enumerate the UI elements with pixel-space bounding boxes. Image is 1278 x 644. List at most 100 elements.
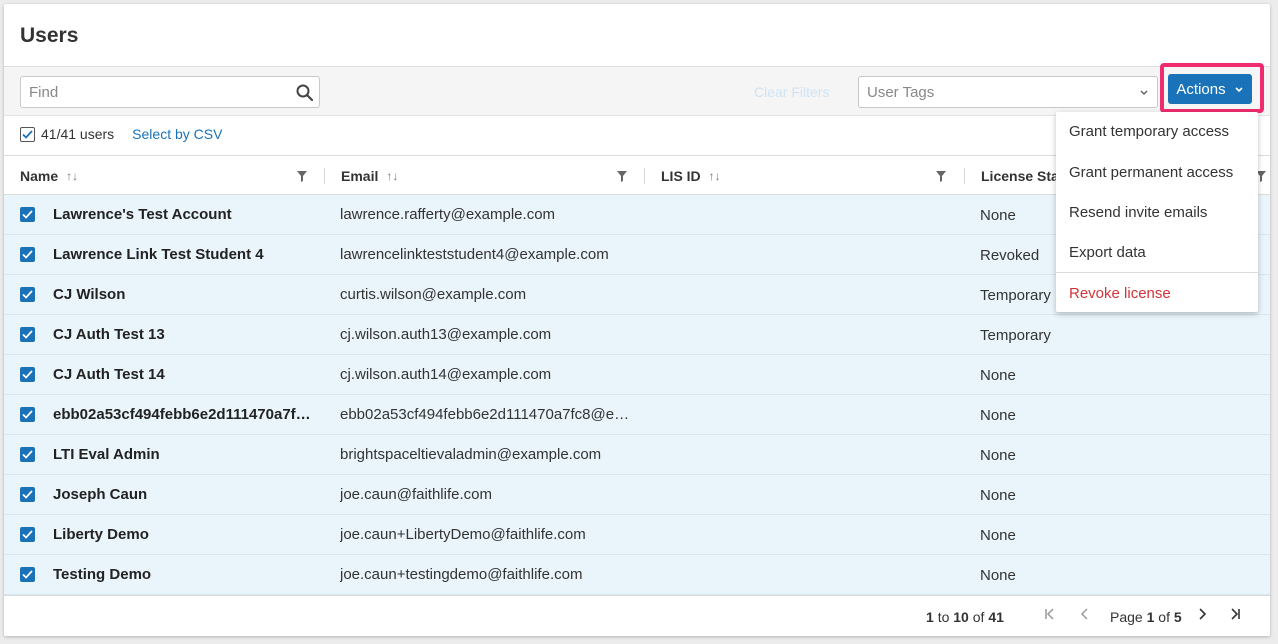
toolbar: Clear Filters User Tags Actions [4,63,1270,116]
row-checkbox[interactable] [20,407,35,422]
license-status: None [980,206,1016,224]
column-divider[interactable] [324,168,325,184]
user-name: CJ Auth Test 13 [53,326,165,343]
table-row[interactable]: CJ Auth Test 14 cj.wilson.auth14@example… [4,355,1270,395]
row-checkbox[interactable] [20,527,35,542]
row-checkbox[interactable] [20,327,35,342]
last-page-icon[interactable] [1229,607,1241,625]
previous-page-icon[interactable] [1080,607,1090,625]
user-email: joe.caun+testingdemo@faithlife.com [340,566,583,583]
license-status: Temporary [980,326,1051,344]
column-header-email[interactable]: Email ↑↓ [341,156,398,196]
page-title: Users [20,24,79,47]
filter-icon[interactable] [936,169,946,185]
column-header-lis-id[interactable]: LIS ID ↑↓ [661,156,721,196]
column-header-license-status[interactable]: License Sta [981,156,1059,196]
menu-item-grant-permanent-access[interactable]: Grant permanent access [1056,152,1258,192]
row-checkbox[interactable] [20,287,35,302]
license-status: Revoked [980,246,1040,264]
column-divider[interactable] [964,168,965,184]
find-input[interactable] [21,77,289,107]
row-checkbox[interactable] [20,447,35,462]
user-name: Lawrence Link Test Student 4 [53,246,264,263]
user-email: cj.wilson.auth14@example.com [340,366,552,383]
table-row[interactable]: Liberty Demo joe.caun+LibertyDemo@faithl… [4,515,1270,555]
user-tags-placeholder: User Tags [867,83,935,101]
user-name: LTI Eval Admin [53,446,160,463]
table-row[interactable]: Testing Demo joe.caun+testingdemo@faithl… [4,555,1270,595]
select-all-checkbox[interactable] [20,126,35,142]
menu-item-resend-invite-emails[interactable]: Resend invite emails [1056,192,1258,232]
user-email: cj.wilson.auth13@example.com [340,326,552,343]
row-checkbox[interactable] [20,567,35,582]
user-name: Joseph Caun [53,486,148,503]
license-status: None [980,366,1016,384]
license-status: None [980,486,1016,504]
actions-button[interactable]: Actions [1168,74,1252,104]
table-row[interactable]: CJ Auth Test 13 cj.wilson.auth13@example… [4,315,1270,355]
next-page-icon[interactable] [1197,607,1207,625]
user-email: lawrencelinkteststudent4@example.com [340,246,609,263]
column-header-name[interactable]: Name ↑↓ [20,156,78,196]
chevron-down-icon [1139,84,1149,101]
actions-label: Actions [1176,80,1226,98]
user-email: brightspaceltievaladmin@example.com [340,446,602,463]
table-row[interactable]: Joseph Caun joe.caun@faithlife.com None [4,475,1270,515]
pagination-footer: 1 to 10 of 41 Page 1 of 5 [4,595,1270,636]
table-row[interactable]: ebb02a53cf494febb6e2d111470a7f… ebb02a53… [4,395,1270,435]
range-total: 41 [988,609,1004,625]
table-row[interactable]: LTI Eval Admin brightspaceltievaladmin@e… [4,435,1270,475]
column-divider[interactable] [644,168,645,184]
sort-icon[interactable]: ↑↓ [709,169,721,183]
row-checkbox[interactable] [20,487,35,502]
license-status: None [980,446,1016,464]
column-email-label: Email [341,168,379,184]
license-status: None [980,566,1016,584]
user-name: Liberty Demo [53,526,149,543]
row-range: 1 to 10 of 41 [926,609,1004,625]
page-indicator: Page 1 of 5 [1110,609,1182,625]
select-by-csv-link[interactable]: Select by CSV [132,126,222,142]
license-status: None [980,526,1016,544]
page-of: of [1158,609,1170,625]
user-name: Testing Demo [53,566,152,583]
page-current: 1 [1146,609,1155,625]
page-total: 5 [1173,609,1182,625]
find-box [20,76,320,108]
row-checkbox[interactable] [20,247,35,262]
sort-icon[interactable]: ↑↓ [386,169,398,183]
clear-filters-link[interactable]: Clear Filters [754,84,829,100]
user-name: ebb02a53cf494febb6e2d111470a7f… [53,406,311,423]
range-to: to [937,609,950,625]
range-end: 10 [953,609,969,625]
chevron-down-icon [1234,81,1244,98]
selection-row: 41/41 users Select by CSV [20,126,222,142]
user-email: joe.caun@faithlife.com [340,486,492,503]
filter-icon[interactable] [617,169,627,185]
row-checkbox[interactable] [20,367,35,382]
column-lis-label: LIS ID [661,168,701,184]
users-panel: Users Clear Filters User Tags Actions [4,4,1270,636]
page-label: Page [1110,609,1143,625]
sort-icon[interactable]: ↑↓ [66,169,78,183]
search-icon[interactable] [289,77,319,107]
actions-menu: Grant temporary access Grant permanent a… [1056,112,1258,312]
actions-highlight: Actions [1160,63,1264,113]
first-page-icon[interactable] [1044,607,1056,625]
menu-item-grant-temporary-access[interactable]: Grant temporary access [1056,112,1258,152]
user-name: CJ Wilson [53,286,126,303]
user-name: CJ Auth Test 14 [53,366,165,383]
user-name: Lawrence's Test Account [53,206,232,223]
menu-item-export-data[interactable]: Export data [1056,232,1258,272]
range-of: of [972,609,985,625]
row-checkbox[interactable] [20,207,35,222]
column-name-label: Name [20,168,59,184]
user-email: joe.caun+LibertyDemo@faithlife.com [340,526,586,543]
license-status: None [980,406,1016,424]
user-email: ebb02a53cf494febb6e2d111470a7fc8@e… [340,406,630,423]
user-email: curtis.wilson@example.com [340,286,527,303]
menu-item-revoke-license[interactable]: Revoke license [1056,273,1258,313]
filter-icon[interactable] [297,169,307,185]
user-tags-select[interactable]: User Tags [858,76,1158,108]
range-start: 1 [926,609,934,625]
